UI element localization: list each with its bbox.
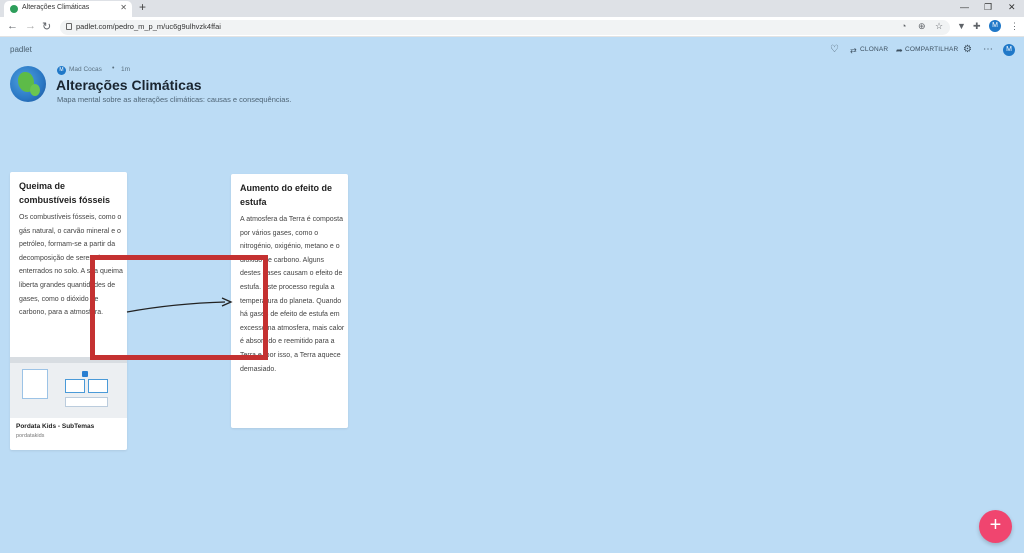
highlight-box bbox=[90, 255, 268, 360]
add-post-button[interactable]: + bbox=[979, 510, 1012, 543]
